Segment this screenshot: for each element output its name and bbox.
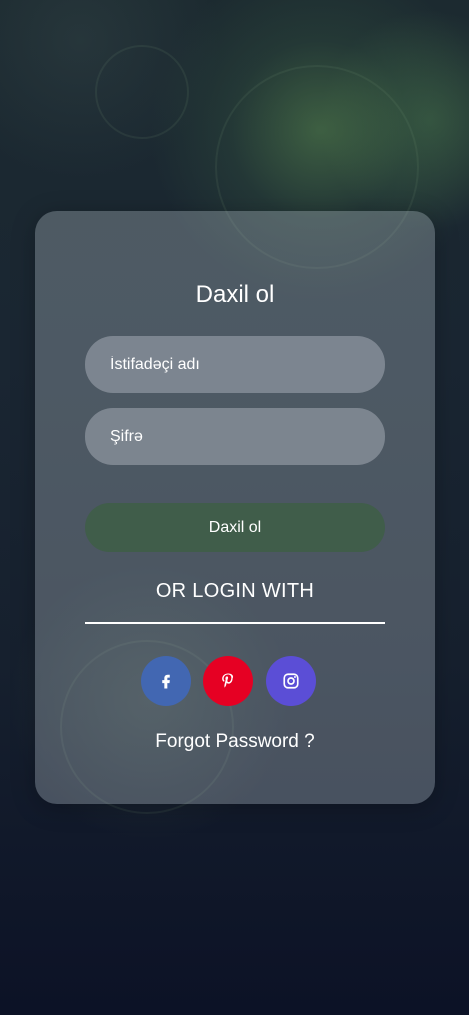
form-title: Daxil ol (195, 281, 275, 308)
instagram-button[interactable] (266, 656, 316, 706)
login-card: Daxil ol Daxil ol OR LOGIN WITH Forgot P… (35, 211, 435, 804)
facebook-icon (162, 674, 170, 689)
password-input[interactable] (85, 408, 385, 465)
username-field-container (85, 336, 385, 393)
pinterest-button[interactable] (203, 656, 253, 706)
facebook-button[interactable] (141, 656, 191, 706)
divider (85, 622, 385, 624)
forgot-password-link[interactable]: Forgot Password ? (35, 731, 435, 753)
pinterest-icon (222, 673, 234, 688)
instagram-icon (283, 673, 299, 689)
bokeh-circle (95, 45, 189, 139)
username-input[interactable] (85, 336, 385, 393)
or-login-with-text: OR LOGIN WITH (155, 580, 315, 602)
login-button[interactable]: Daxil ol (85, 503, 385, 552)
password-field-container (85, 408, 385, 465)
